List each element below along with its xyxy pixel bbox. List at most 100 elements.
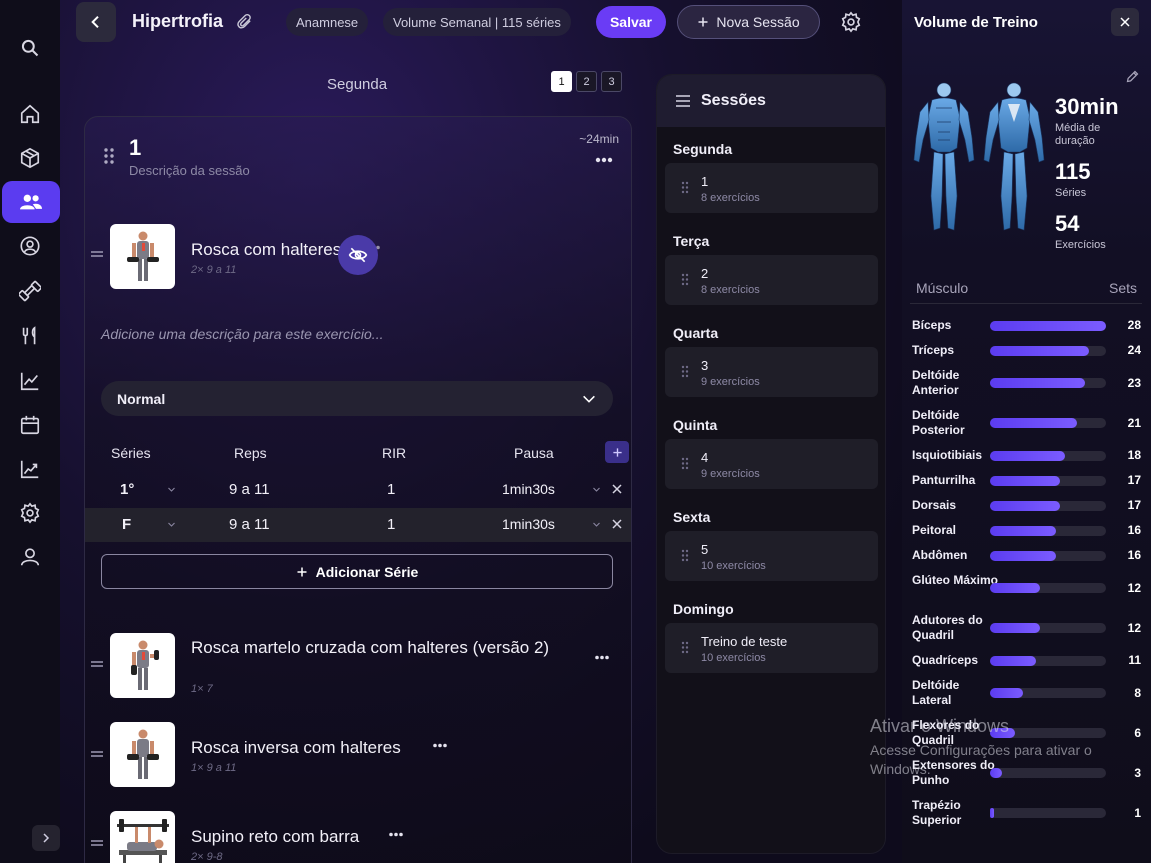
- back-button[interactable]: [76, 2, 116, 42]
- user-icon: [20, 548, 40, 566]
- set-rir[interactable]: 1: [387, 516, 395, 533]
- exercise-name[interactable]: Rosca inversa com halteres: [191, 737, 401, 758]
- muscle-bar-track: [990, 525, 1106, 536]
- muscle-sets-value: 12: [1127, 620, 1141, 635]
- nav-calendar[interactable]: [0, 405, 60, 445]
- method-value: Normal: [117, 390, 166, 407]
- exercise-thumbnail[interactable]: [110, 224, 175, 289]
- exercise-drag-handle[interactable]: [91, 250, 103, 258]
- chevron-down-icon[interactable]: [167, 520, 176, 529]
- grip-icon[interactable]: [681, 273, 689, 286]
- grip-icon[interactable]: [681, 457, 689, 470]
- session-item-name: 4: [701, 450, 709, 465]
- nav-settings[interactable]: [0, 493, 60, 533]
- session-card-item[interactable]: 1 8 exercícios: [665, 163, 878, 213]
- muscle-sets-value: 21: [1127, 415, 1141, 430]
- set-type[interactable]: 1°: [120, 481, 134, 498]
- close-volume-button[interactable]: [1111, 8, 1139, 36]
- exercise-name[interactable]: Rosca com halteres: [191, 239, 341, 260]
- new-session-label: Nova Sessão: [716, 14, 800, 30]
- stat-series-label: Séries: [1055, 187, 1087, 199]
- nav-products[interactable]: [0, 138, 60, 178]
- nav-clients[interactable]: [2, 181, 60, 223]
- nav-home[interactable]: [0, 94, 60, 134]
- set-pause[interactable]: 1min30s: [502, 516, 555, 532]
- exercise-drag-handle[interactable]: [91, 750, 103, 758]
- grip-icon[interactable]: [681, 549, 689, 562]
- muscle-name: Tríceps: [912, 343, 955, 357]
- chevron-down-icon[interactable]: [592, 485, 601, 494]
- hide-exercise-button[interactable]: [338, 235, 378, 275]
- stat-series-value: 115: [1055, 159, 1091, 184]
- add-column-button[interactable]: [605, 441, 629, 463]
- expand-sidebar-button[interactable]: [32, 825, 60, 851]
- session-drag-handle[interactable]: [103, 147, 115, 165]
- exercise-thumbnail[interactable]: [110, 722, 175, 787]
- grip-icon[interactable]: [681, 641, 689, 654]
- page-3[interactable]: 3: [601, 71, 622, 92]
- session-card-item[interactable]: 3 9 exercícios: [665, 347, 878, 397]
- set-reps[interactable]: 9 a 11: [229, 481, 270, 498]
- muscle-sets-value: 8: [1134, 685, 1141, 700]
- remove-set-icon[interactable]: [611, 483, 623, 495]
- exercise-name[interactable]: Supino reto com barra: [191, 826, 359, 847]
- session-card-item[interactable]: 5 10 exercícios: [665, 531, 878, 581]
- drag-lines-icon: [91, 840, 103, 846]
- exercise-drag-handle[interactable]: [91, 660, 103, 668]
- session-item-count: 10 exercícios: [701, 652, 766, 664]
- set-reps[interactable]: 9 a 11: [229, 516, 270, 533]
- exercise-menu-button[interactable]: [595, 655, 609, 660]
- set-pause[interactable]: 1min30s: [502, 481, 555, 497]
- exercise-thumbnail[interactable]: [110, 811, 175, 863]
- nav-search[interactable]: [0, 28, 60, 68]
- method-select[interactable]: Normal: [101, 381, 613, 416]
- session-menu-button[interactable]: [595, 157, 613, 163]
- page-2[interactable]: 2: [576, 71, 597, 92]
- grip-icon[interactable]: [681, 365, 689, 378]
- exercise-menu-button[interactable]: [433, 743, 447, 748]
- grip-icon[interactable]: [681, 181, 689, 194]
- edit-volume-button[interactable]: [1125, 69, 1140, 84]
- muscle-name: Deltóide Anterior: [912, 368, 960, 397]
- nav-diet[interactable]: [0, 316, 60, 356]
- save-button[interactable]: Salvar: [596, 6, 666, 38]
- exercise-note-field[interactable]: Adicione uma descrição para este exercíc…: [101, 326, 383, 342]
- page-1[interactable]: 1: [551, 71, 572, 92]
- edit-title-button[interactable]: [236, 13, 253, 30]
- exercise-menu-button[interactable]: [389, 832, 403, 837]
- session-item-count: 10 exercícios: [701, 560, 766, 572]
- muscle-bar-fill: [990, 418, 1077, 428]
- nav-account[interactable]: [0, 537, 60, 577]
- session-card-item[interactable]: 2 8 exercícios: [665, 255, 878, 305]
- session-item-count: 9 exercícios: [701, 468, 760, 480]
- set-rir[interactable]: 1: [387, 481, 395, 498]
- chevron-down-icon[interactable]: [592, 520, 601, 529]
- set-type[interactable]: F: [122, 516, 131, 533]
- nav-workouts[interactable]: [0, 271, 60, 311]
- exercise-thumbnail[interactable]: [110, 633, 175, 698]
- chevron-down-icon[interactable]: [167, 485, 176, 494]
- pencil-icon: [1126, 70, 1139, 83]
- muscle-bar-track: [990, 623, 1106, 633]
- nav-profile[interactable]: [0, 226, 60, 266]
- weekly-volume-chip[interactable]: Volume Semanal | 115 séries: [383, 8, 571, 36]
- muscle-name: Deltóide Lateral: [912, 678, 960, 707]
- muscle-name: Bíceps: [912, 318, 952, 332]
- session-card-item[interactable]: Treino de teste 10 exercícios: [665, 623, 878, 673]
- nav-reports[interactable]: [0, 449, 60, 489]
- session-description[interactable]: Descrição da sessão: [129, 163, 250, 178]
- anamnese-chip[interactable]: Anamnese: [286, 8, 369, 36]
- close-icon: [1120, 17, 1130, 27]
- exercise-drag-handle[interactable]: [91, 839, 103, 847]
- menu-icon[interactable]: [675, 94, 691, 108]
- session-card: 1 Descrição da sessão ~24min Rosca com h…: [84, 116, 632, 863]
- muscle-bar-fill: [990, 475, 1060, 486]
- nav-progress[interactable]: [0, 361, 60, 401]
- plan-settings-button[interactable]: [840, 11, 862, 33]
- remove-set-icon[interactable]: [611, 518, 623, 530]
- session-card-item[interactable]: 4 9 exercícios: [665, 439, 878, 489]
- add-set-button[interactable]: Adicionar Série: [101, 554, 613, 589]
- muscle-sets-value: 17: [1127, 473, 1141, 487]
- exercise-name[interactable]: Rosca martelo cruzada com halteres (vers…: [191, 637, 591, 658]
- new-session-button[interactable]: Nova Sessão: [677, 5, 820, 39]
